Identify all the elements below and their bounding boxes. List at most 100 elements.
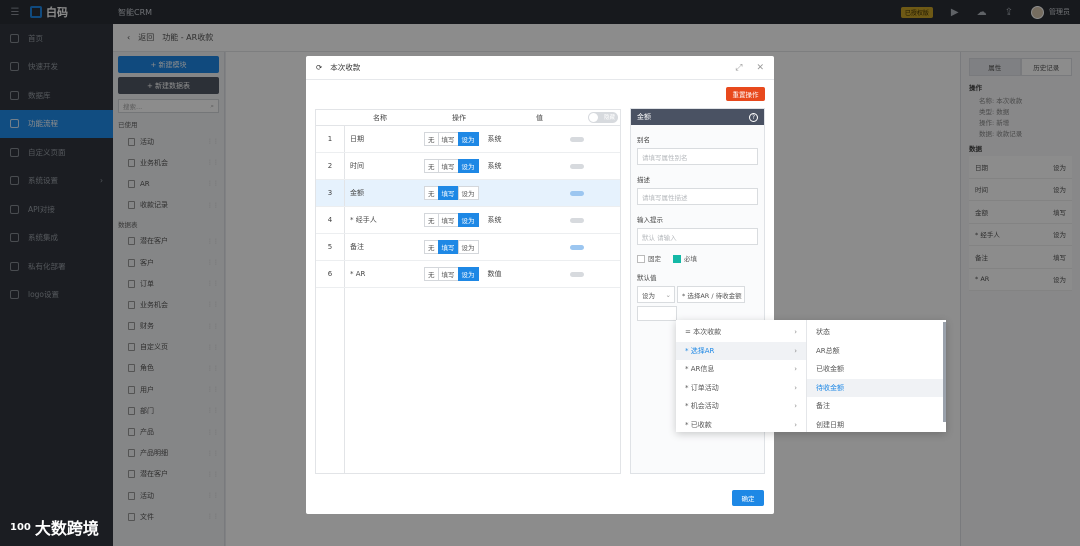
op-segmented: 无填写 设为: [424, 132, 479, 146]
fullscreen-icon[interactable]: ⤢: [735, 63, 742, 73]
required-checkbox[interactable]: 必填: [673, 253, 697, 263]
default-label: 默认值: [637, 274, 657, 282]
cascader-option[interactable]: 备注: [807, 397, 946, 416]
prop-header: 金额 ?: [631, 109, 764, 125]
desc-input[interactable]: 请填写属性描述: [637, 188, 758, 205]
reset-operation-button[interactable]: 重置操作: [726, 87, 765, 101]
op-segmented: 无填写 设为: [424, 240, 479, 254]
op-none-button[interactable]: 无: [424, 159, 439, 173]
cascader-option[interactable]: * 选择AR ›: [676, 341, 806, 360]
chevron-right-icon: ›: [794, 346, 797, 355]
default-mode-select[interactable]: 设为 ⌄: [637, 286, 675, 303]
op-fill-button[interactable]: 填写: [437, 132, 459, 146]
op-segmented: 无填写 设为: [424, 267, 479, 281]
op-none-button[interactable]: 无: [424, 186, 439, 200]
watermark: 100 大数跨境: [10, 515, 99, 539]
row-index: 5: [316, 234, 345, 260]
table-row[interactable]: 3 金额 无填写 设为: [316, 180, 620, 207]
table-row[interactable]: 1 日期 无填写 设为 系统: [316, 126, 620, 153]
help-icon[interactable]: ?: [749, 112, 758, 122]
option-label: 创建日期: [816, 420, 844, 429]
row-switch[interactable]: [569, 271, 584, 277]
default-extra-input[interactable]: [637, 306, 677, 321]
op-set-button[interactable]: 设为: [457, 240, 479, 254]
hint-input[interactable]: 默认 请输入: [637, 228, 758, 245]
confirm-button[interactable]: 确定: [732, 490, 764, 506]
op-fill-button[interactable]: 填写: [437, 213, 459, 227]
option-label: AR总额: [816, 346, 840, 355]
op-fill-button[interactable]: 填写: [437, 267, 459, 281]
cascader-option[interactable]: 创建日期: [807, 416, 946, 435]
desc-label: 描述: [637, 176, 650, 184]
cascader-option[interactable]: * 机会活动 ›: [676, 397, 806, 416]
op-set-button[interactable]: 设为: [457, 159, 479, 173]
option-label: 待收金额: [816, 383, 844, 392]
cascader-dropdown: = 本次收款 › * 选择AR › * AR信息 › * 订单活动 › * 机会活动 › * 已收款…: [676, 320, 946, 432]
row-name: * AR: [350, 270, 366, 278]
row-name: * 经手人: [350, 216, 377, 224]
alias-label: 别名: [637, 136, 650, 144]
row-switch[interactable]: [569, 217, 584, 223]
option-label: = 本次收款: [685, 328, 722, 337]
option-label: * 选择AR: [685, 346, 715, 355]
table-row[interactable]: 5 备注 无填写 设为: [316, 234, 620, 261]
alias-input[interactable]: 请填写属性别名: [637, 148, 758, 165]
option-label: * 机会活动: [685, 402, 719, 411]
hide-toggle[interactable]: 隐藏: [588, 112, 618, 123]
row-switch[interactable]: [569, 163, 584, 169]
default-value-cascader[interactable]: * 选择AR / 待收金额: [677, 286, 745, 303]
cascader-option[interactable]: 已收金额: [807, 360, 946, 379]
scrollbar[interactable]: [943, 322, 946, 422]
op-none-button[interactable]: 无: [424, 267, 439, 281]
table-row[interactable]: 6 * AR 无填写 设为 数值: [316, 261, 620, 288]
cascader-option[interactable]: * 已收款 ›: [676, 416, 806, 435]
fixed-checkbox[interactable]: 固定: [637, 253, 661, 263]
op-set-button[interactable]: 设为: [457, 267, 479, 281]
op-set-button[interactable]: 设为: [457, 132, 479, 146]
op-segmented: 无填写 设为: [424, 213, 479, 227]
modal-title: 本次收款: [330, 63, 361, 72]
close-icon[interactable]: ✕: [756, 63, 764, 73]
op-set-button[interactable]: 设为: [457, 186, 479, 200]
option-label: * 已收款: [685, 420, 712, 429]
option-label: * 订单活动: [685, 383, 719, 392]
row-value: 系统: [487, 216, 502, 224]
row-value: 系统: [487, 135, 502, 143]
op-fill-button[interactable]: 填写: [437, 186, 459, 200]
row-index: 1: [316, 126, 345, 152]
cascader-option[interactable]: * 订单活动 ›: [676, 379, 806, 398]
op-none-button[interactable]: 无: [424, 132, 439, 146]
table-row[interactable]: 2 时间 无填写 设为 系统: [316, 153, 620, 180]
refresh-icon[interactable]: ⟳: [316, 63, 322, 72]
col-name: 名称: [373, 113, 387, 122]
op-fill-button[interactable]: 填写: [437, 240, 459, 254]
cascader-column-2: 状态 AR总额已收金额待收金额备注创建日期: [807, 320, 946, 432]
op-none-button[interactable]: 无: [424, 213, 439, 227]
checkbox-checked-icon: [673, 255, 681, 263]
row-value: 数值: [487, 270, 502, 278]
row-name: 时间: [350, 162, 364, 170]
op-segmented: 无填写 设为: [424, 159, 479, 173]
row-switch[interactable]: [569, 244, 584, 250]
row-switch[interactable]: [569, 190, 584, 196]
cascader-option[interactable]: = 本次收款 ›: [676, 323, 806, 342]
row-name: 备注: [350, 243, 364, 251]
watermark-text: 大数跨境: [34, 519, 99, 538]
chevron-down-icon: ⌄: [665, 290, 671, 299]
op-fill-button[interactable]: 填写: [437, 159, 459, 173]
cascader-option[interactable]: 状态: [807, 323, 946, 342]
option-label: 已收金额: [816, 365, 844, 374]
chevron-right-icon: ›: [794, 365, 797, 374]
cascader-option[interactable]: AR总额: [807, 342, 946, 361]
option-label: 备注: [816, 402, 830, 411]
cascader-option[interactable]: 待收金额: [807, 378, 946, 397]
modal-header: ⟳ 本次收款 ⤢ ✕: [306, 56, 774, 80]
cascader-option[interactable]: * AR信息 ›: [676, 360, 806, 379]
op-set-button[interactable]: 设为: [457, 213, 479, 227]
table-row[interactable]: 4 * 经手人 无填写 设为 系统: [316, 207, 620, 234]
op-none-button[interactable]: 无: [424, 240, 439, 254]
hint-label: 输入提示: [637, 216, 663, 224]
row-switch[interactable]: [569, 136, 584, 142]
chevron-right-icon: ›: [794, 402, 797, 411]
row-index: 4: [316, 207, 345, 233]
